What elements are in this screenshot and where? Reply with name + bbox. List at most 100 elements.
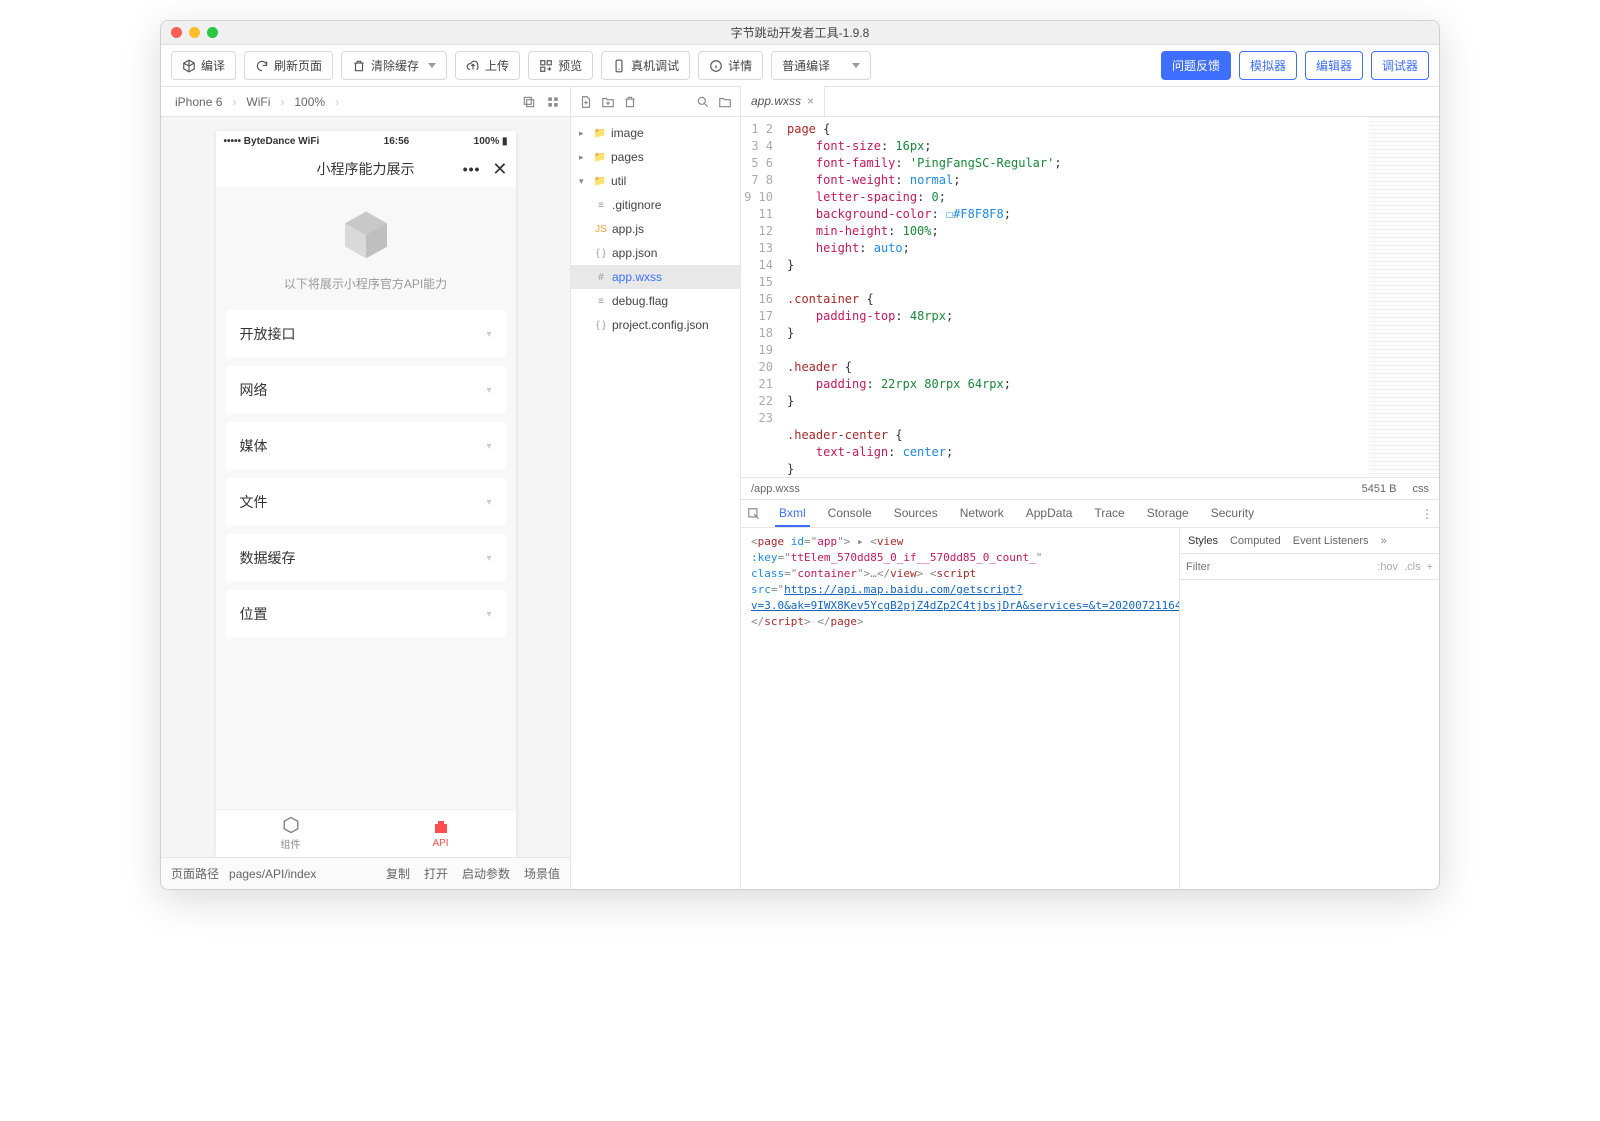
devtools-tab-bxml[interactable]: Bxml	[775, 500, 810, 527]
devtools-tab-storage[interactable]: Storage	[1143, 500, 1193, 527]
tree-folder[interactable]: ▸📁image	[571, 121, 740, 145]
main-area: iPhone 6 › WiFi › 100% › ••••• ByteDance…	[161, 87, 1439, 889]
phone-content: 以下将展示小程序官方API能力 开放接口▾ 网络▾ 媒体▾ 文件▾ 数据缓存▾ …	[216, 187, 516, 809]
computed-tab[interactable]: Computed	[1230, 535, 1281, 547]
tree-folder[interactable]: ▾📁util	[571, 169, 740, 193]
open-folder-icon[interactable]	[718, 95, 732, 109]
more-tabs-icon[interactable]: »	[1381, 535, 1387, 547]
page-path-label: 页面路径	[171, 865, 219, 882]
real-device-button[interactable]: 真机调试	[601, 51, 690, 80]
cls-toggle[interactable]: .cls	[1404, 561, 1421, 573]
device-select[interactable]: iPhone 6	[171, 93, 226, 111]
clear-cache-button[interactable]: 清除缓存	[341, 51, 447, 80]
grid-icon[interactable]	[546, 95, 560, 109]
close-window-button[interactable]	[171, 27, 182, 38]
trash-icon	[352, 59, 366, 73]
phone-frame: ••••• ByteDance WiFi 16:56 100% ▮ 小程序能力展…	[216, 131, 516, 857]
new-file-icon[interactable]	[579, 95, 593, 109]
styles-tab[interactable]: Styles	[1188, 535, 1218, 547]
chevron-right-icon: ›	[232, 95, 236, 109]
delete-icon[interactable]	[623, 95, 637, 109]
page-desc: 以下将展示小程序官方API能力	[284, 275, 447, 292]
devtools-tab-console[interactable]: Console	[824, 500, 876, 527]
chevron-down-icon: ▾	[486, 329, 491, 340]
preview-button[interactable]: 预览	[528, 51, 593, 80]
details-button[interactable]: 详情	[698, 51, 763, 80]
network-select[interactable]: WiFi	[242, 93, 274, 111]
window-title: 字节跳动开发者工具-1.9.8	[161, 24, 1439, 41]
new-folder-icon[interactable]	[601, 95, 615, 109]
simulator-viewport: ••••• ByteDance WiFi 16:56 100% ▮ 小程序能力展…	[161, 117, 570, 857]
tree-file[interactable]: ≡debug.flag	[571, 289, 740, 313]
close-tab-icon[interactable]: ×	[807, 94, 814, 108]
device-bar: iPhone 6 › WiFi › 100% ›	[161, 87, 570, 117]
footer-open-link[interactable]: 打开	[424, 865, 448, 882]
styles-filter-bar: :hov .cls +	[1180, 554, 1439, 580]
file-tree: ▸📁image ▸📁pages ▾📁util ≡.gitignore JSapp…	[571, 117, 740, 889]
footer-scene-link[interactable]: 场景值	[524, 865, 560, 882]
editor-tab[interactable]: app.wxss ×	[741, 86, 825, 116]
capsule-menu-icon[interactable]: •••	[463, 161, 481, 177]
api-item[interactable]: 数据缓存▾	[226, 534, 506, 582]
api-item[interactable]: 网络▾	[226, 366, 506, 414]
api-item[interactable]: 文件▾	[226, 478, 506, 526]
copy-icon[interactable]	[522, 95, 536, 109]
tree-folder[interactable]: ▸📁pages	[571, 145, 740, 169]
tree-file-active[interactable]: #app.wxss	[571, 265, 740, 289]
minimap[interactable]	[1369, 117, 1439, 477]
footer-copy-link[interactable]: 复制	[386, 865, 410, 882]
phone-nav-bar: 小程序能力展示 ••• ✕	[216, 151, 516, 187]
tab-component[interactable]: 组件	[216, 810, 366, 857]
capsule-close-icon[interactable]: ✕	[492, 160, 507, 178]
tree-file[interactable]: { }app.json	[571, 241, 740, 265]
main-toolbar: 编译 刷新页面 清除缓存 上传 预览 真机调试 详情 普通编译	[161, 45, 1439, 87]
cube-outline-icon	[282, 816, 300, 834]
code-editor[interactable]: 1 2 3 4 5 6 7 8 9 10 11 12 13 14 15 16 1…	[741, 117, 1439, 477]
panel-editor-button[interactable]: 编辑器	[1305, 51, 1363, 80]
panel-debugger-button[interactable]: 调试器	[1371, 51, 1429, 80]
styles-filter-input[interactable]	[1186, 561, 1377, 573]
devtools-more-icon[interactable]: ⋮	[1421, 507, 1433, 521]
devtools-tab-network[interactable]: Network	[956, 500, 1008, 527]
maximize-window-button[interactable]	[207, 27, 218, 38]
chevron-down-icon: ▾	[486, 609, 491, 620]
tab-api[interactable]: API	[366, 810, 516, 857]
status-path: /app.wxss	[751, 483, 800, 495]
devtools-tab-appdata[interactable]: AppData	[1022, 500, 1077, 527]
dom-tree[interactable]: <page id="app"> ▸ <view :key="ttElem_570…	[741, 528, 1179, 889]
code-content[interactable]: page { font-size: 16px; font-family: 'Pi…	[781, 117, 1369, 477]
chevron-down-icon: ▾	[486, 497, 491, 508]
app-window: 字节跳动开发者工具-1.9.8 编译 刷新页面 清除缓存 上传 预览 真机调试	[160, 20, 1440, 890]
zoom-select[interactable]: 100%	[290, 93, 329, 111]
devtools-tab-trace[interactable]: Trace	[1090, 500, 1128, 527]
api-item[interactable]: 位置▾	[226, 590, 506, 638]
devtools-tab-sources[interactable]: Sources	[890, 500, 942, 527]
status-size: 5451 B	[1362, 483, 1397, 495]
api-item[interactable]: 开放接口▾	[226, 310, 506, 358]
inspect-icon[interactable]	[747, 507, 761, 521]
phone-status-bar: ••••• ByteDance WiFi 16:56 100% ▮	[216, 131, 516, 151]
simulator-footer: 页面路径 pages/API/index 复制 打开 启动参数 场景值	[161, 857, 570, 889]
minimize-window-button[interactable]	[189, 27, 200, 38]
feedback-button[interactable]: 问题反馈	[1161, 51, 1231, 80]
devtools-tab-security[interactable]: Security	[1207, 500, 1258, 527]
phone-icon	[612, 59, 626, 73]
hov-toggle[interactable]: :hov	[1377, 561, 1398, 573]
status-lang: css	[1413, 483, 1430, 495]
upload-button[interactable]: 上传	[455, 51, 520, 80]
tree-file[interactable]: { }project.config.json	[571, 313, 740, 337]
panel-simulator-button[interactable]: 模拟器	[1239, 51, 1297, 80]
search-icon[interactable]	[696, 95, 710, 109]
tree-file[interactable]: JSapp.js	[571, 217, 740, 241]
editor-tabs: app.wxss ×	[741, 87, 1439, 117]
refresh-button[interactable]: 刷新页面	[244, 51, 333, 80]
compile-mode-select[interactable]: 普通编译	[771, 51, 871, 80]
event-listeners-tab[interactable]: Event Listeners	[1293, 535, 1369, 547]
editor-status-bar: /app.wxss 5451 B css	[741, 477, 1439, 499]
footer-launch-link[interactable]: 启动参数	[462, 865, 510, 882]
compile-button[interactable]: 编译	[171, 51, 236, 80]
add-rule-button[interactable]: +	[1427, 561, 1433, 573]
api-item[interactable]: 媒体▾	[226, 422, 506, 470]
cube-icon	[182, 59, 196, 73]
tree-file[interactable]: ≡.gitignore	[571, 193, 740, 217]
